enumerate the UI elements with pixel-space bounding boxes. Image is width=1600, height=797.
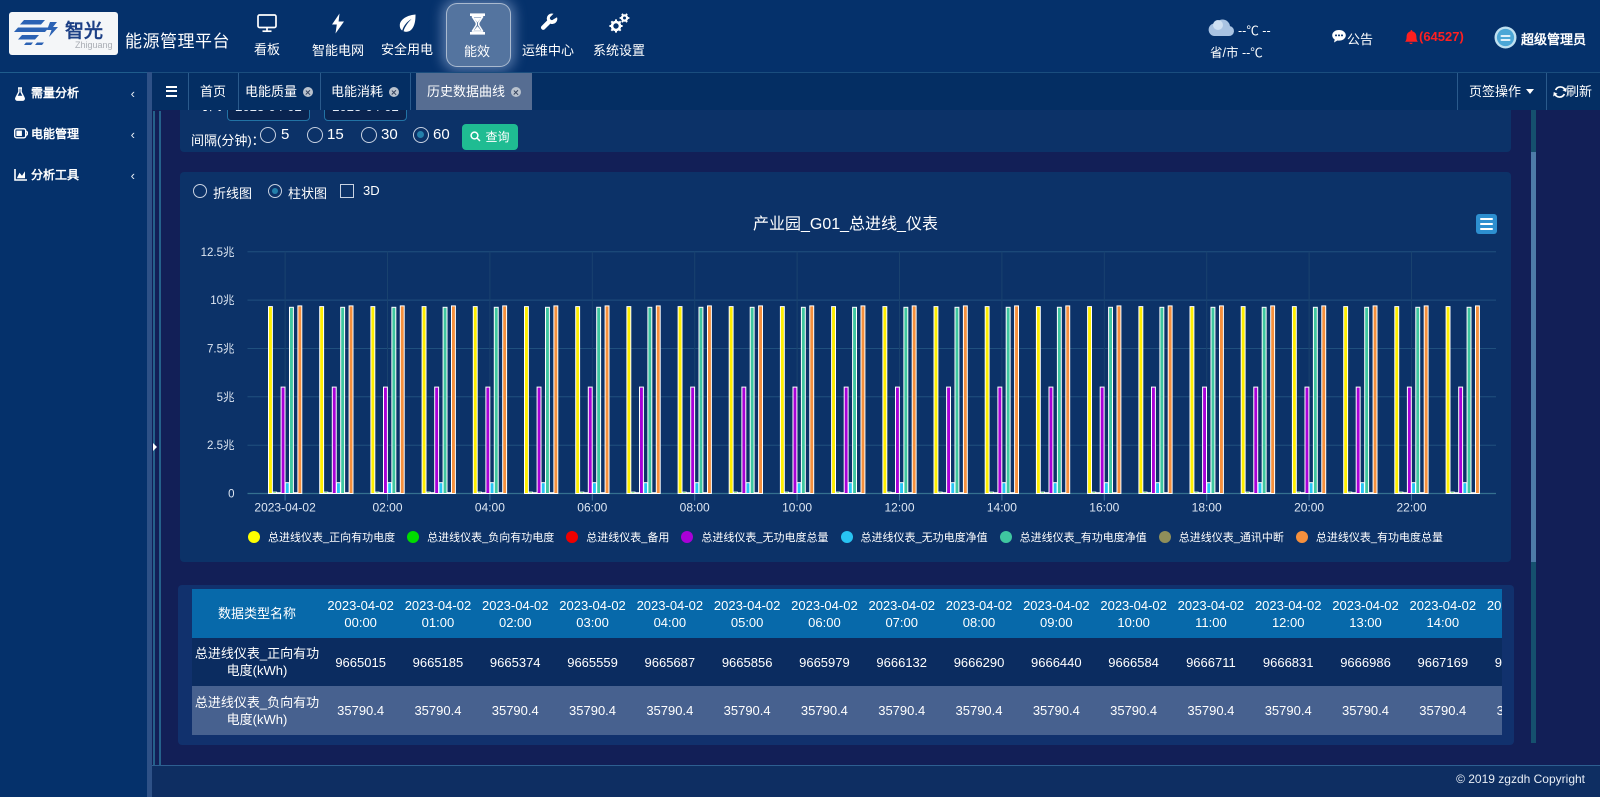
svg-text:10:00: 10:00	[782, 501, 812, 515]
svg-text:06:00: 06:00	[577, 501, 607, 515]
svg-text:2023-04-02: 2023-04-02	[254, 501, 316, 515]
svg-text:智光: 智光	[65, 16, 103, 43]
svg-text:22:00: 22:00	[1396, 501, 1426, 515]
svg-text:08:00: 08:00	[680, 501, 710, 515]
svg-text:12:00: 12:00	[884, 501, 914, 515]
svg-text:02:00: 02:00	[372, 501, 402, 515]
svg-text:Zhiguang: Zhiguang	[75, 40, 113, 50]
svg-text:7.5兆: 7.5兆	[207, 343, 235, 356]
svg-text:04:00: 04:00	[475, 501, 505, 515]
svg-text:0: 0	[228, 489, 234, 501]
svg-text:14:00: 14:00	[987, 501, 1017, 515]
svg-text:12.5兆: 12.5兆	[201, 246, 235, 259]
svg-text:16:00: 16:00	[1089, 501, 1119, 515]
svg-text:20:00: 20:00	[1294, 501, 1324, 515]
svg-text:18:00: 18:00	[1192, 501, 1222, 515]
svg-text:5兆: 5兆	[217, 391, 235, 404]
svg-text:2.5兆: 2.5兆	[207, 439, 235, 452]
svg-text:10兆: 10兆	[210, 294, 235, 307]
